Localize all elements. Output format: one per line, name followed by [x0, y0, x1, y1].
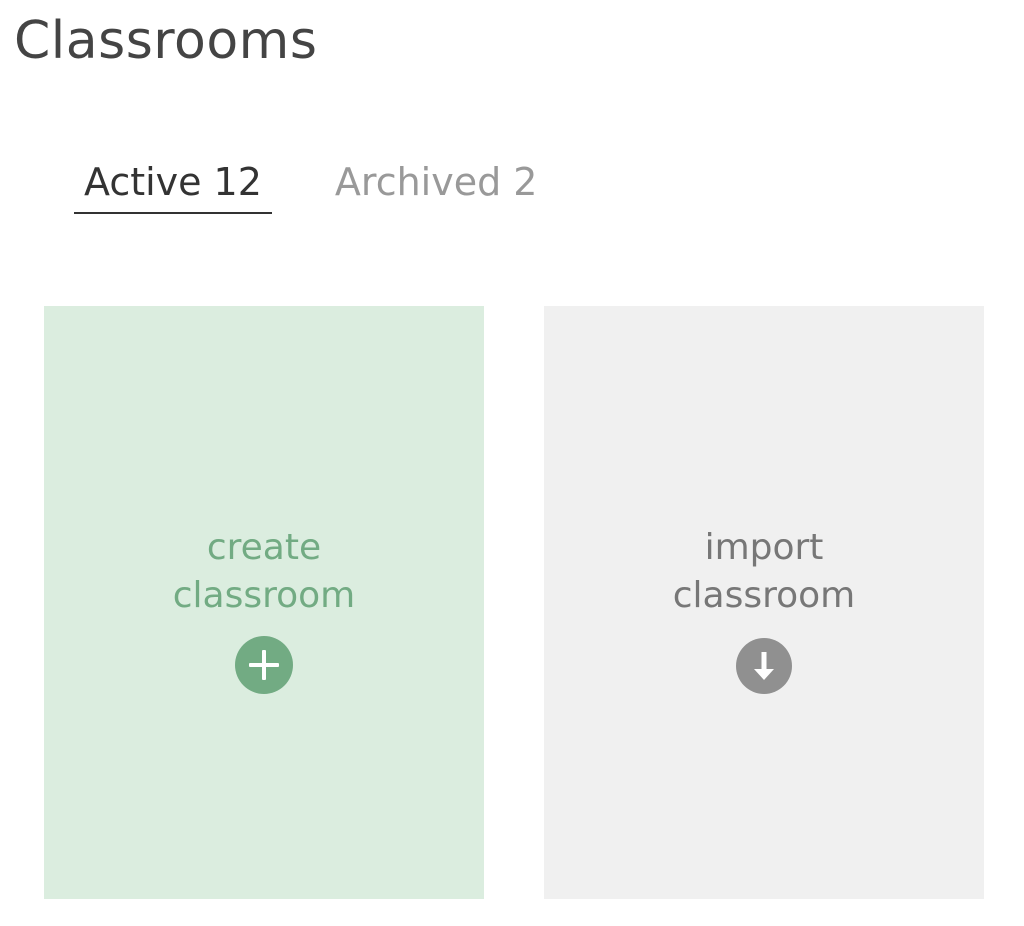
page-title: Classrooms: [14, 11, 318, 71]
tab-active-count: 12: [213, 160, 262, 204]
import-classroom-label: import classroom: [673, 524, 856, 620]
classroom-tabs: Active 12 Archived 2: [74, 158, 547, 214]
download-arrow-circle-icon[interactable]: [736, 637, 792, 694]
import-classroom-card[interactable]: import classroom: [544, 306, 984, 899]
tab-active[interactable]: Active 12: [74, 158, 272, 214]
tab-active-label: Active: [84, 160, 202, 204]
create-classroom-label-line1: create: [206, 526, 322, 568]
tab-archived[interactable]: Archived 2: [335, 158, 548, 212]
create-classroom-card[interactable]: create classroom: [44, 306, 484, 899]
import-classroom-label-line1: import: [704, 526, 824, 568]
import-classroom-label-line2: classroom: [672, 574, 856, 616]
plus-circle-icon[interactable]: [235, 635, 293, 694]
create-classroom-label-line2: classroom: [172, 574, 356, 616]
create-classroom-label: create classroom: [173, 524, 356, 620]
tab-archived-count: 2: [513, 160, 538, 204]
tab-archived-label: Archived: [334, 160, 502, 204]
